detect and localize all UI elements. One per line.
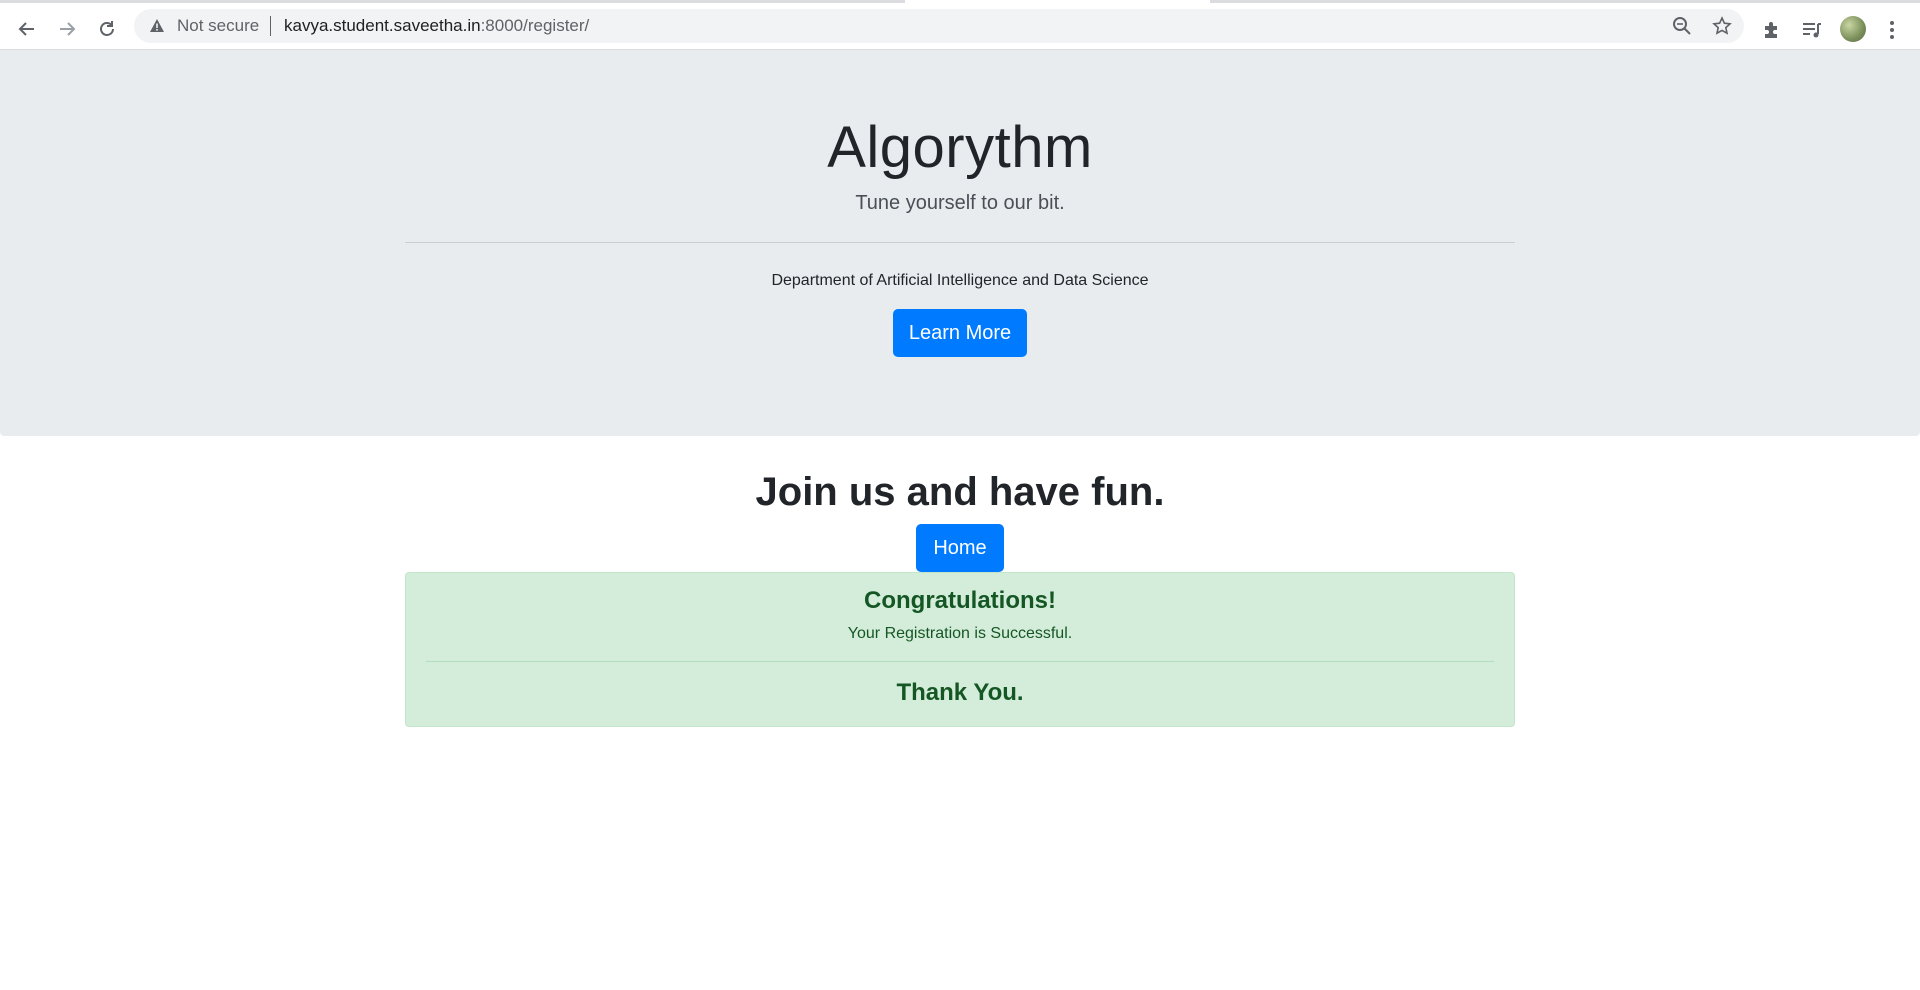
browser-toolbar: Not secure kavya.student.saveetha.in:800… [0,8,1920,50]
omnibox-divider [270,16,271,36]
more-menu-icon[interactable] [1880,18,1904,42]
forward-arrow-icon [60,22,76,36]
learn-more-button[interactable]: Learn More [893,309,1027,357]
url-text[interactable]: kavya.student.saveetha.in:8000/register/ [284,17,589,35]
tab-strip [0,0,1920,8]
reload-button[interactable] [91,13,123,45]
alert-message: Your Registration is Successful. [847,625,1073,642]
back-arrow-icon [18,22,34,36]
divider [405,242,1515,243]
join-heading: Join us and have fun. [755,470,1165,514]
jumbotron: Algorythm Tune yourself to our bit. Depa… [0,50,1920,436]
media-queue-icon[interactable] [1800,18,1824,42]
profile-avatar[interactable] [1840,16,1866,42]
tab-edge [0,0,905,3]
url-path: :8000/register/ [480,16,590,35]
success-alert: Congratulations! Your Registration is Su… [405,572,1515,727]
warning-icon[interactable] [148,17,166,35]
alert-divider [426,661,1494,662]
home-button[interactable]: Home [916,524,1004,572]
site-title: Algorythm [827,115,1093,180]
back-button[interactable] [11,13,43,45]
zoom-icon[interactable] [1671,15,1693,37]
url-host: kavya.student.saveetha.in [284,16,481,35]
tagline: Tune yourself to our bit. [855,192,1065,214]
extensions-puzzle-icon[interactable] [1760,18,1784,42]
alert-heading: Congratulations! [864,587,1056,614]
forward-button[interactable] [51,13,83,45]
address-bar[interactable]: Not secure kavya.student.saveetha.in:800… [134,9,1744,43]
department-text: Department of Artificial Intelligence an… [771,272,1149,289]
security-label[interactable]: Not secure [177,17,259,35]
page-content: Algorythm Tune yourself to our bit. Depa… [0,50,1920,990]
alert-footer: Thank You. [896,679,1024,706]
reload-icon [100,21,114,36]
tab-edge [1210,0,1920,3]
bookmark-star-icon[interactable] [1711,15,1733,37]
